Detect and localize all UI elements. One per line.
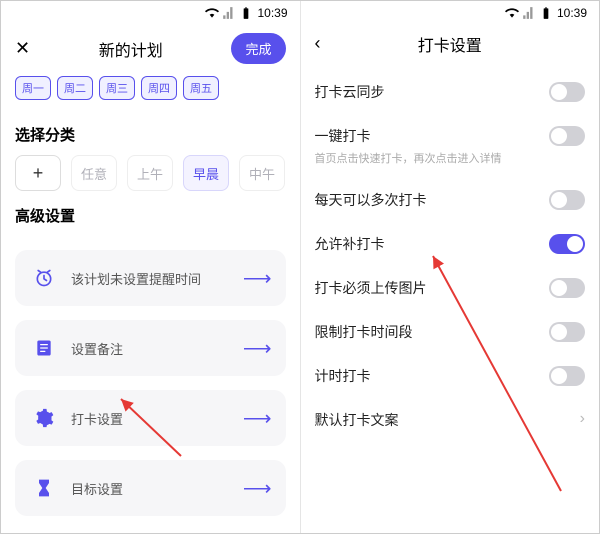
page-title-left: 新的计划 xyxy=(99,37,163,61)
setting-timer: 计时打卡 xyxy=(315,354,586,398)
toggle-multiple[interactable] xyxy=(549,190,585,210)
adv-item-note[interactable]: 设置备注 ⟶ xyxy=(15,320,286,376)
setting-makeup: 允许补打卡 xyxy=(315,222,586,266)
wifi-icon xyxy=(205,6,219,20)
setting-label: 打卡必须上传图片 xyxy=(315,278,427,298)
page-title-right: 打卡设置 xyxy=(418,32,482,56)
status-icons xyxy=(505,6,553,20)
arrow-icon: ⟶ xyxy=(243,476,270,501)
day-chip[interactable]: 周三 xyxy=(99,76,135,100)
setting-label: 计时打卡 xyxy=(315,366,371,386)
clock-icon xyxy=(31,265,57,291)
status-bar-right: 10:39 xyxy=(301,1,600,25)
add-category-button[interactable]: + xyxy=(15,155,61,191)
category-chip-morning[interactable]: 上午 xyxy=(127,155,173,191)
toggle-makeup[interactable] xyxy=(549,234,585,254)
signal-icon xyxy=(222,6,236,20)
setting-sublabel: 首页点击快速打卡，再次点击进入详情 xyxy=(315,150,502,166)
adv-label: 目标设置 xyxy=(71,479,229,498)
adv-label: 打卡设置 xyxy=(71,409,229,428)
toggle-cloud-sync[interactable] xyxy=(549,82,585,102)
toggle-photo-required[interactable] xyxy=(549,278,585,298)
setting-photo-required: 打卡必须上传图片 xyxy=(315,266,586,310)
setting-label: 一键打卡 xyxy=(315,126,502,146)
battery-icon xyxy=(239,6,253,20)
adv-label: 设置备注 xyxy=(71,339,229,358)
adv-label: 该计划未设置提醒时间 xyxy=(71,269,229,288)
header-right: ‹ 打卡设置 xyxy=(301,25,600,62)
note-icon xyxy=(31,335,57,361)
category-row: + 任意 上午 早晨 中午 xyxy=(1,155,300,191)
status-time: 10:39 xyxy=(257,6,287,20)
setting-limit-time: 限制打卡时间段 xyxy=(315,310,586,354)
adv-item-goal[interactable]: 目标设置 ⟶ xyxy=(15,460,286,516)
left-pane: 10:39 ✕ 新的计划 完成 周一 周二 周三 周四 周五 选择分类 + 任意… xyxy=(1,1,300,533)
toggle-timer[interactable] xyxy=(549,366,585,386)
setting-oneclick: 一键打卡 首页点击快速打卡，再次点击进入详情 xyxy=(315,114,586,178)
status-icons xyxy=(205,6,253,20)
hourglass-icon xyxy=(31,475,57,501)
setting-label: 允许补打卡 xyxy=(315,234,385,254)
arrow-icon: ⟶ xyxy=(243,266,270,291)
status-bar-left: 10:39 xyxy=(1,1,300,25)
right-pane: 10:39 ‹ 打卡设置 打卡云同步 一键打卡 首页点击快速打卡，再次点击进入详… xyxy=(300,1,600,533)
setting-label: 每天可以多次打卡 xyxy=(315,190,427,210)
setting-multiple: 每天可以多次打卡 xyxy=(315,178,586,222)
gear-icon xyxy=(31,405,57,431)
adv-item-reminder[interactable]: 该计划未设置提醒时间 ⟶ xyxy=(15,250,286,306)
category-chip-noon[interactable]: 中午 xyxy=(239,155,285,191)
settings-list: 打卡云同步 一键打卡 首页点击快速打卡，再次点击进入详情 每天可以多次打卡 允许… xyxy=(301,62,600,442)
category-chip-any[interactable]: 任意 xyxy=(71,155,117,191)
toggle-limit-time[interactable] xyxy=(549,322,585,342)
setting-label: 默认打卡文案 xyxy=(315,410,399,430)
battery-icon xyxy=(539,6,553,20)
close-icon[interactable]: ✕ xyxy=(15,38,30,59)
adv-item-checkin[interactable]: 打卡设置 ⟶ xyxy=(15,390,286,446)
advanced-list: 该计划未设置提醒时间 ⟶ 设置备注 ⟶ 打卡设置 ⟶ 目标设置 ⟶ xyxy=(1,250,300,516)
done-button[interactable]: 完成 xyxy=(231,33,285,64)
signal-icon xyxy=(522,6,536,20)
chevron-right-icon: › xyxy=(580,410,585,428)
header-left: ✕ 新的计划 完成 xyxy=(1,25,300,72)
setting-cloud-sync: 打卡云同步 xyxy=(315,70,586,114)
toggle-oneclick[interactable] xyxy=(549,126,585,146)
arrow-icon: ⟶ xyxy=(243,336,270,361)
status-time: 10:39 xyxy=(557,6,587,20)
setting-default-text[interactable]: 默认打卡文案 › xyxy=(315,398,586,442)
category-chip-early[interactable]: 早晨 xyxy=(183,155,229,191)
section-title-category: 选择分类 xyxy=(1,110,300,155)
setting-label: 限制打卡时间段 xyxy=(315,322,413,342)
day-chip[interactable]: 周二 xyxy=(57,76,93,100)
section-title-advanced: 高级设置 xyxy=(1,191,300,236)
day-chip[interactable]: 周五 xyxy=(183,76,219,100)
day-chips-row: 周一 周二 周三 周四 周五 xyxy=(1,72,300,110)
back-icon[interactable]: ‹ xyxy=(315,33,321,54)
day-chip[interactable]: 周四 xyxy=(141,76,177,100)
wifi-icon xyxy=(505,6,519,20)
arrow-icon: ⟶ xyxy=(243,406,270,431)
setting-label: 打卡云同步 xyxy=(315,82,385,102)
day-chip[interactable]: 周一 xyxy=(15,76,51,100)
